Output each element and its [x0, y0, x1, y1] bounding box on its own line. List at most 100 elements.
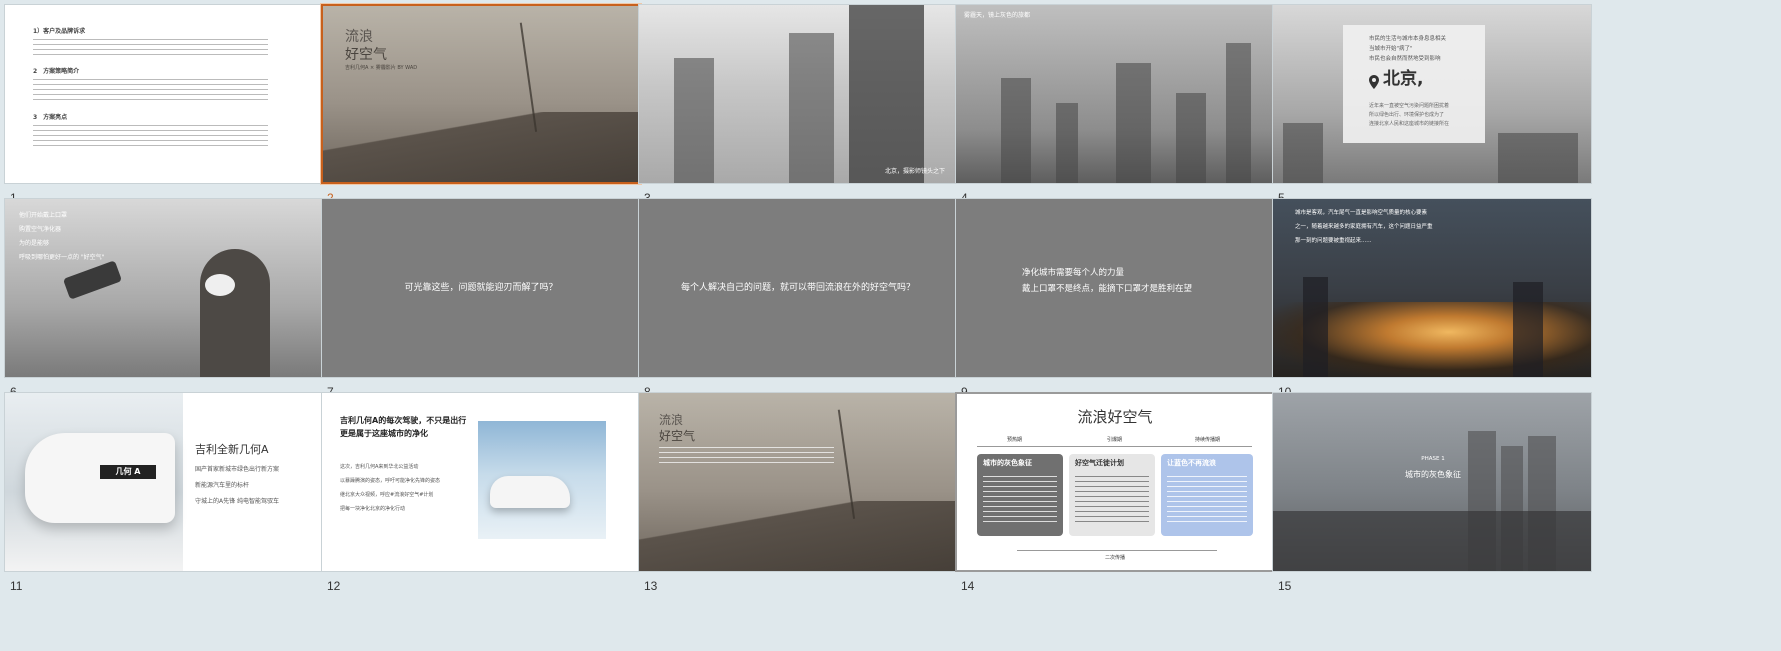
- slide-text: 继北京大众视频，呼应#流浪好空气#计划: [340, 492, 434, 498]
- slide-thumbnail[interactable]: 流浪 好空气 吉利几何A × 雾霾影片 BY WAD: [321, 4, 641, 184]
- slide-text: 为的是能够: [19, 240, 50, 247]
- slide-thumbnail[interactable]: 城市是客观，汽车尾气一直是影响空气质量的核心要素 之一，随着越来越多的家庭拥有汽…: [1272, 198, 1592, 378]
- slide-text: 可光靠这些，问题就能迎刃而解了吗？: [404, 282, 558, 293]
- slide-5[interactable]: 市民的生活与城市本身息息相关 当城市开始"病了" 市民也会自然而然地受到影响 北…: [1268, 0, 1592, 220]
- building-shape: [1056, 103, 1078, 183]
- tree-shape: [837, 397, 945, 519]
- building-shape: [1176, 93, 1206, 183]
- building-shape: [1303, 277, 1328, 377]
- text-lines: [1075, 476, 1149, 526]
- text-panel: 市民的生活与城市本身息息相关 当城市开始"病了" 市民也会自然而然地受到影响 北…: [1343, 25, 1485, 143]
- slide-thumbnail[interactable]: 1）客户及品牌诉求 2 方案策略简介 3 方案亮点: [4, 4, 324, 184]
- text-lines: [1167, 476, 1247, 526]
- column-label: 持续传播期: [1195, 437, 1221, 443]
- building-shape: [1498, 133, 1578, 183]
- building-shape: [1116, 63, 1151, 183]
- slide-4[interactable]: 雾霾天，镜上灰色的旅都 4: [951, 0, 1275, 220]
- slide-text: 市民的生活与城市本身息息相关: [1369, 36, 1447, 42]
- slide-text: 他们开始戴上口罩: [19, 212, 68, 219]
- car-photo: 几何 A: [5, 393, 183, 571]
- footer-label: 二次传播: [1104, 555, 1125, 561]
- slide-thumbnail[interactable]: PHASE 1 城市的灰色象征: [1272, 392, 1592, 572]
- slide-12[interactable]: 吉利几何A的每次驾驶，不只是出行 更是属于这座城市的净化 这次，吉利几何A来到华…: [317, 388, 641, 608]
- slide-13[interactable]: 流浪 好空气 13: [634, 388, 958, 608]
- slide-10[interactable]: 城市是客观，汽车尾气一直是影响空气质量的核心要素 之一，随着越来越多的家庭拥有汽…: [1268, 194, 1592, 414]
- card-title: 好空气迁徙计划: [1075, 459, 1124, 467]
- slide-thumbnail[interactable]: 雾霾天，镜上灰色的旅都: [955, 4, 1275, 184]
- slide-sorter: 1）客户及品牌诉求 2 方案策略简介 3 方案亮点 1 流浪 好空气 吉利几何A…: [0, 0, 1781, 651]
- slide-text: 之一，随着越来越多的家庭拥有汽车，这个问题日益严重: [1295, 224, 1433, 230]
- slide-text: 当城市开始"病了": [1369, 46, 1413, 52]
- column-label: 预热期: [1007, 437, 1023, 443]
- slide-2[interactable]: 流浪 好空气 吉利几何A × 雾霾影片 BY WAD 2: [317, 0, 641, 220]
- slide-3[interactable]: 北京，摄影师镜头之下 3: [634, 0, 958, 220]
- slide-text: 1）客户及品牌诉求: [33, 28, 86, 35]
- building-shape: [1283, 123, 1323, 183]
- slide-title: 吉利几何A的每次驾驶，不只是出行 更是属于这座城市的净化: [340, 416, 467, 438]
- slide-11[interactable]: 几何 A 吉利全新几何A 国产首家新城市绿色出行新方案 新能源汽车里的标杆 守城…: [0, 388, 324, 608]
- slide-number: 15: [1278, 579, 1292, 593]
- slide-thumbnail[interactable]: 他们开始戴上口罩 购置空气净化器 为的是能够 呼吸到哪怕更好一点的 "好空气": [4, 198, 324, 378]
- building-shape: [1226, 43, 1251, 183]
- car-photo: [478, 421, 606, 539]
- slide-title: 流浪好空气: [1077, 408, 1153, 426]
- license-plate: 几何 A: [100, 465, 156, 479]
- phase-card: 城市的灰色象征: [977, 454, 1063, 536]
- slide-7[interactable]: 可光靠这些，问题就能迎刃而解了吗？ 7: [317, 194, 641, 414]
- text-lines: [659, 447, 834, 465]
- person-shape: [200, 249, 270, 377]
- slide-text: 城市是客观，汽车尾气一直是影响空气质量的核心要素: [1295, 210, 1428, 216]
- slide-text: 呼吸到哪怕更好一点的 "好空气": [19, 254, 105, 261]
- slide-number: 12: [327, 579, 341, 593]
- slide-text: 近年来一直被空气污染问题所困扰着: [1369, 103, 1450, 109]
- slide-text: 新能源汽车里的标杆: [195, 482, 250, 489]
- slide-8[interactable]: 每个人解决自己的问题，就可以带回流浪在外的好空气吗？ 8: [634, 194, 958, 414]
- card-title: 让蓝色不再流浪: [1167, 459, 1216, 467]
- column-label: 引爆期: [1107, 437, 1123, 443]
- slide-text: 戴上口罩不是终点，能摘下口罩才是胜利在望: [1022, 284, 1193, 294]
- divider: [977, 446, 1252, 447]
- slide-9[interactable]: 净化城市需要每个人的力量 戴上口罩不是终点，能摘下口罩才是胜利在望 9: [951, 194, 1275, 414]
- slide-text: 国产首家新城市绿色出行新方案: [195, 466, 280, 473]
- slide-thumbnail[interactable]: 市民的生活与城市本身息息相关 当城市开始"病了" 市民也会自然而然地受到影响 北…: [1272, 4, 1592, 184]
- text-lines: [33, 79, 268, 100]
- text-lines: [983, 476, 1057, 526]
- city-title: 北京,: [1383, 69, 1424, 89]
- location-pin-icon: [1369, 74, 1379, 89]
- building-shape: [1513, 282, 1543, 377]
- building-shape: [789, 33, 834, 183]
- slide-thumbnail[interactable]: 流浪 好空气: [638, 392, 958, 572]
- slide-text: 那一刻的问题要被重视起来......: [1295, 238, 1372, 244]
- card-title: 城市的灰色象征: [983, 459, 1032, 467]
- slide-number: 14: [961, 579, 975, 593]
- slide-thumbnail[interactable]: 净化城市需要每个人的力量 戴上口罩不是终点，能摘下口罩才是胜利在望: [955, 198, 1275, 378]
- slide-thumbnail[interactable]: 流浪好空气 预热期 引爆期 持续传播期 城市的灰色象征 好空气迁徙计划 让蓝色不…: [955, 392, 1275, 572]
- slide-6[interactable]: 他们开始戴上口罩 购置空气净化器 为的是能够 呼吸到哪怕更好一点的 "好空气" …: [0, 194, 324, 414]
- text-lines: [33, 39, 268, 55]
- slide-text: 3 方案亮点: [33, 114, 68, 121]
- slide-text: 把每一块净化北京的净化行动: [340, 506, 406, 512]
- divider: [1017, 550, 1217, 551]
- slide-thumbnail[interactable]: 每个人解决自己的问题，就可以带回流浪在外的好空气吗？: [638, 198, 958, 378]
- slide-text: 以暴躁腾演的姿态，呼吁可能净化先锋的姿态: [340, 478, 441, 484]
- slide-number: 13: [644, 579, 658, 593]
- mountain-shape: [639, 501, 957, 571]
- building-shape: [674, 58, 714, 183]
- slide-title: 好空气: [659, 429, 696, 443]
- building-shape: [849, 5, 924, 183]
- phase-card: 好空气迁徙计划: [1069, 454, 1155, 536]
- slide-thumbnail[interactable]: 几何 A 吉利全新几何A 国产首家新城市绿色出行新方案 新能源汽车里的标杆 守城…: [4, 392, 324, 572]
- slide-title: 吉利全新几何A: [195, 443, 269, 456]
- slide-text: 每个人解决自己的问题，就可以带回流浪在外的好空气吗？: [680, 282, 915, 293]
- tree-shape: [519, 10, 627, 132]
- slide-text: 守城上的A先锋 纯电智能驾驭车: [195, 498, 280, 505]
- slide-text: 这次，吉利几何A来到华北公益活动: [340, 464, 419, 470]
- slide-thumbnail[interactable]: 北京，摄影师镜头之下: [638, 4, 958, 184]
- slide-thumbnail[interactable]: 可光靠这些，问题就能迎刃而解了吗？: [321, 198, 641, 378]
- slide-text: 2 方案策略简介: [33, 68, 80, 75]
- slide-14[interactable]: 流浪好空气 预热期 引爆期 持续传播期 城市的灰色象征 好空气迁徙计划 让蓝色不…: [951, 388, 1275, 608]
- slide-thumbnail[interactable]: 吉利几何A的每次驾驶，不只是出行 更是属于这座城市的净化 这次，吉利几何A来到华…: [321, 392, 641, 572]
- meter-shape: [62, 260, 123, 300]
- slide-15[interactable]: PHASE 1 城市的灰色象征 15: [1268, 388, 1592, 608]
- slide-1[interactable]: 1）客户及品牌诉求 2 方案策略简介 3 方案亮点 1: [0, 0, 324, 220]
